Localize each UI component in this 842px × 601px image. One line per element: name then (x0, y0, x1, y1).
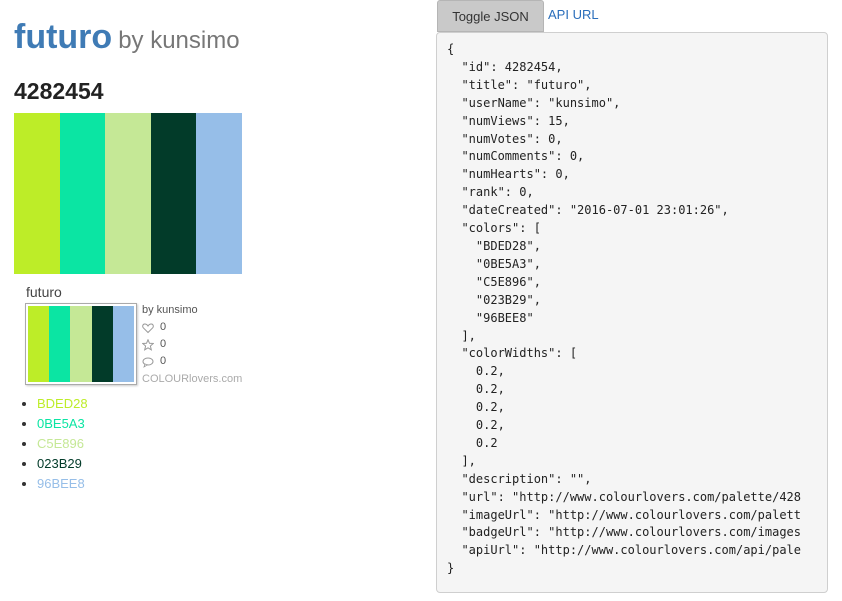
color-code-item: 023B29 (37, 454, 88, 474)
badge-comments-count: 0 (160, 355, 167, 367)
badge-swatch (112, 306, 134, 382)
color-code-item: 96BEE8 (37, 474, 88, 494)
heart-icon (142, 322, 154, 333)
color-code-label: C5E896 (37, 436, 84, 451)
badge-author: by kunsimo (142, 304, 198, 316)
color-code-item: 0BE5A3 (37, 414, 88, 434)
badge-views-count: 0 (160, 321, 167, 333)
color-code-item: BDED28 (37, 394, 88, 414)
color-code-item: C5E896 (37, 434, 88, 454)
palette-author: by kunsimo (118, 27, 240, 54)
color-code-label: 023B29 (37, 456, 82, 471)
badge-swatch (28, 306, 50, 382)
palette-swatch (196, 113, 242, 274)
palette-swatch (105, 113, 151, 274)
badge-swatch (49, 306, 71, 382)
palette-title: futuro (14, 18, 113, 56)
palette-swatch (14, 113, 60, 274)
palette-image (14, 113, 242, 274)
toggle-json-button[interactable]: Toggle JSON (437, 0, 544, 32)
api-url-link[interactable]: API URL (548, 7, 599, 22)
palette-title-heading: futuro by kunsimo (14, 18, 240, 57)
color-code-label: BDED28 (37, 396, 88, 411)
badge-swatch (91, 306, 113, 382)
badge-votes-row: 0 (142, 336, 242, 353)
color-code-label: 0BE5A3 (37, 416, 85, 431)
badge-swatch (70, 306, 92, 382)
comment-icon (142, 357, 154, 368)
palette-swatch (59, 113, 106, 274)
badge-comments-row: 0 (142, 353, 242, 370)
star-icon (142, 338, 154, 351)
color-code-list: BDED28 0BE5A3 C5E896 023B29 96BEE8 (18, 394, 88, 494)
palette-swatch (150, 113, 197, 274)
colourlovers-brand[interactable]: COLOURlovers.com (142, 371, 242, 388)
json-panel[interactable]: { "id": 4282454, "title": "futuro", "use… (436, 32, 828, 593)
json-content: { "id": 4282454, "title": "futuro", "use… (447, 42, 802, 576)
palette-id: 4282454 (14, 78, 104, 104)
badge-title[interactable]: futuro (26, 284, 62, 300)
color-code-label: 96BEE8 (37, 476, 85, 491)
badge-votes-count: 0 (160, 338, 167, 350)
badge-meta: by kunsimo 0 0 0 COLOURlovers.com (142, 302, 242, 388)
badge-views-row: 0 (142, 319, 242, 336)
badge-palette-thumbnail[interactable] (25, 303, 137, 385)
